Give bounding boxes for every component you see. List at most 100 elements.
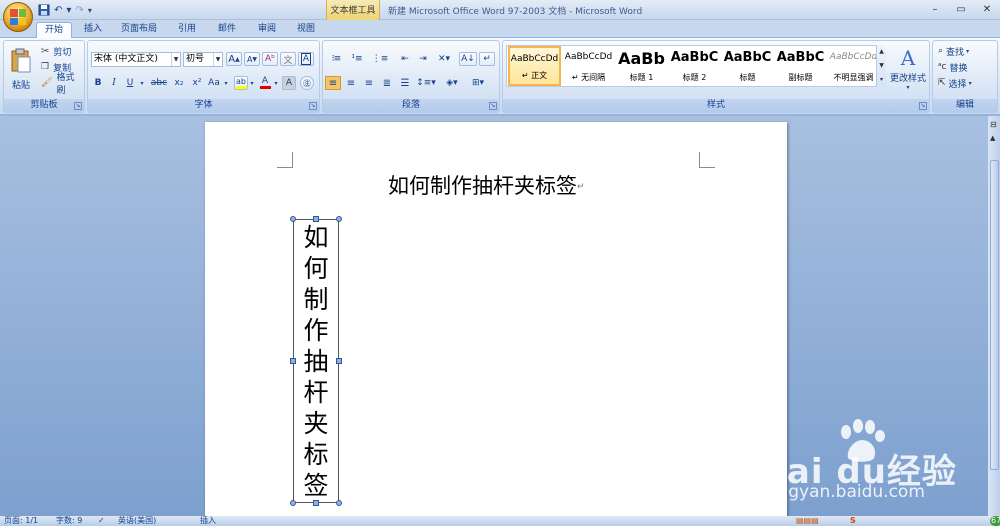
- strikethrough-button[interactable]: abc: [150, 76, 168, 90]
- increase-indent-button[interactable]: ⇥: [415, 52, 431, 66]
- font-color-dropdown-icon[interactable]: ▾: [272, 76, 280, 90]
- font-color-button[interactable]: A: [258, 76, 272, 90]
- resize-handle-right[interactable]: [336, 358, 342, 364]
- office-button[interactable]: [3, 2, 33, 32]
- resize-handle-top-left[interactable]: [290, 216, 296, 222]
- customize-qat-icon[interactable]: ▾: [88, 3, 92, 17]
- ruler-toggle-icon[interactable]: ⊟: [990, 120, 997, 129]
- justify-button[interactable]: ≣: [379, 76, 395, 90]
- insert-mode-indicator[interactable]: 插入: [200, 516, 216, 526]
- gallery-more-icon[interactable]: ▾: [877, 73, 886, 87]
- grow-font-button[interactable]: A ▲: [226, 52, 242, 66]
- style-no-spacing[interactable]: AaBbCcDd ↵ 无间隔: [562, 46, 615, 86]
- tab-insert[interactable]: 插入: [76, 22, 110, 38]
- maximize-button[interactable]: ▭: [948, 0, 974, 18]
- underline-dropdown-icon[interactable]: ▾: [138, 76, 146, 90]
- style-subtitle[interactable]: AaBbC 副标题: [774, 46, 827, 86]
- align-center-button[interactable]: ≡: [343, 76, 359, 90]
- proofing-icon[interactable]: ✓: [98, 516, 105, 526]
- numbering-button[interactable]: ¹≡: [347, 52, 367, 66]
- enclose-characters-button[interactable]: A: [298, 52, 314, 66]
- font-size-dropdown-icon[interactable]: ▼: [213, 53, 222, 66]
- scroll-thumb[interactable]: [990, 160, 999, 470]
- tab-references[interactable]: 引用: [170, 22, 204, 38]
- save-icon[interactable]: [38, 3, 50, 17]
- highlight-button[interactable]: ab: [234, 76, 248, 90]
- font-name-dropdown-icon[interactable]: ▼: [171, 53, 180, 66]
- style-heading-1[interactable]: AaBb 标题 1: [615, 46, 668, 86]
- character-shading-button[interactable]: A: [282, 76, 296, 90]
- resize-handle-top-right[interactable]: [336, 216, 342, 222]
- tab-home[interactable]: 开始: [36, 22, 72, 38]
- shading-button[interactable]: ◈▾: [441, 76, 463, 90]
- highlight-dropdown-icon[interactable]: ▾: [248, 76, 256, 90]
- style-subtle-emphasis[interactable]: AaBbCcDd 不明显强调: [827, 46, 880, 86]
- find-button[interactable]: ⌕ 查找 ▾: [937, 44, 970, 58]
- subscript-button[interactable]: x₂: [172, 76, 186, 90]
- resize-handle-bottom[interactable]: [313, 500, 319, 506]
- redo-icon[interactable]: ↷: [75, 3, 83, 17]
- undo-dropdown-icon[interactable]: ▾: [66, 3, 71, 17]
- cut-button[interactable]: ✂ 剪切: [40, 44, 72, 58]
- underline-button[interactable]: U: [124, 76, 136, 90]
- font-name-combo[interactable]: 宋体 (中文正文) ▼: [91, 52, 181, 67]
- tab-review[interactable]: 审阅: [250, 22, 284, 38]
- watermark-url: jingyan.baidu.com: [768, 482, 925, 502]
- tab-view[interactable]: 视图: [289, 22, 323, 38]
- undo-icon[interactable]: ↶: [54, 3, 62, 17]
- select-button[interactable]: ⇱ 选择 ▾: [937, 76, 973, 90]
- distributed-button[interactable]: ☰: [397, 76, 413, 90]
- change-styles-button[interactable]: A 更改样式 ▾: [889, 43, 927, 95]
- resize-handle-left[interactable]: [290, 358, 296, 364]
- resize-handle-bottom-right[interactable]: [336, 500, 342, 506]
- shrink-font-button[interactable]: A ▼: [244, 52, 260, 66]
- line-spacing-button[interactable]: ↕≡▾: [415, 76, 437, 90]
- vertical-textbox[interactable]: 如何制作抽杆夹标签: [293, 219, 339, 503]
- format-painter-button[interactable]: 🖌 格式刷: [40, 73, 84, 96]
- language-indicator[interactable]: 英语(美国): [118, 516, 156, 526]
- textbox-text[interactable]: 如何制作抽杆夹标签: [294, 222, 338, 501]
- style-title[interactable]: AaBbC 标题: [721, 46, 774, 86]
- font-size-combo[interactable]: 初号 ▼: [183, 52, 223, 67]
- clear-formatting-button[interactable]: Aᵇ: [262, 52, 278, 66]
- align-right-button[interactable]: ≡: [361, 76, 377, 90]
- italic-button[interactable]: I: [108, 76, 120, 90]
- style-normal[interactable]: AaBbCcDd ↵ 正文: [508, 46, 561, 86]
- gallery-up-icon[interactable]: ▲: [877, 45, 886, 59]
- scroll-up-icon[interactable]: ▲: [990, 134, 995, 142]
- resize-handle-bottom-left[interactable]: [290, 500, 296, 506]
- chinese-layout-button[interactable]: ✕▾: [433, 52, 455, 66]
- minimize-button[interactable]: –: [922, 0, 948, 18]
- styles-dialog-launcher-icon[interactable]: ↘: [919, 102, 927, 110]
- word-count[interactable]: 字数: 9: [56, 516, 82, 526]
- clipboard-dialog-launcher-icon[interactable]: ↘: [74, 102, 82, 110]
- decrease-indent-button[interactable]: ⇤: [397, 52, 413, 66]
- close-button[interactable]: ✕: [974, 0, 1000, 18]
- style-heading-2[interactable]: AaBbC 标题 2: [668, 46, 721, 86]
- change-case-dropdown-icon[interactable]: ▾: [222, 76, 230, 90]
- input-method-icon[interactable]: S: [850, 516, 856, 526]
- change-case-button[interactable]: Aa: [206, 76, 222, 90]
- tab-mailings[interactable]: 邮件: [210, 22, 244, 38]
- show-marks-button[interactable]: ↵: [479, 52, 495, 66]
- enclosed-character-button[interactable]: ㊟: [300, 76, 314, 90]
- paragraph-dialog-launcher-icon[interactable]: ↘: [489, 102, 497, 110]
- document-heading[interactable]: 如何制作抽杆夹标签↵: [388, 170, 585, 200]
- gallery-down-icon[interactable]: ▼: [877, 59, 886, 73]
- align-left-button[interactable]: ≡: [325, 76, 341, 90]
- bold-button[interactable]: B: [92, 76, 104, 90]
- resize-handle-top[interactable]: [313, 216, 319, 222]
- phonetic-guide-button[interactable]: 文: [280, 52, 296, 66]
- page-indicator[interactable]: 页面: 1/1: [4, 516, 38, 526]
- superscript-button[interactable]: x²: [190, 76, 204, 90]
- enclose-characters-icon: A: [300, 53, 312, 65]
- replace-button[interactable]: ᵃc 替换: [937, 60, 969, 74]
- borders-button[interactable]: ⊞▾: [467, 76, 489, 90]
- bullets-button[interactable]: ⁝≡: [327, 52, 345, 66]
- font-dialog-launcher-icon[interactable]: ↘: [309, 102, 317, 110]
- view-buttons-icon[interactable]: ▤▤▤: [796, 516, 819, 526]
- tab-page-layout[interactable]: 页面布局: [114, 22, 164, 38]
- paste-button[interactable]: 粘贴: [6, 43, 36, 95]
- sort-button[interactable]: A↓: [459, 52, 477, 66]
- multilevel-list-button[interactable]: ⋮≡: [369, 52, 391, 66]
